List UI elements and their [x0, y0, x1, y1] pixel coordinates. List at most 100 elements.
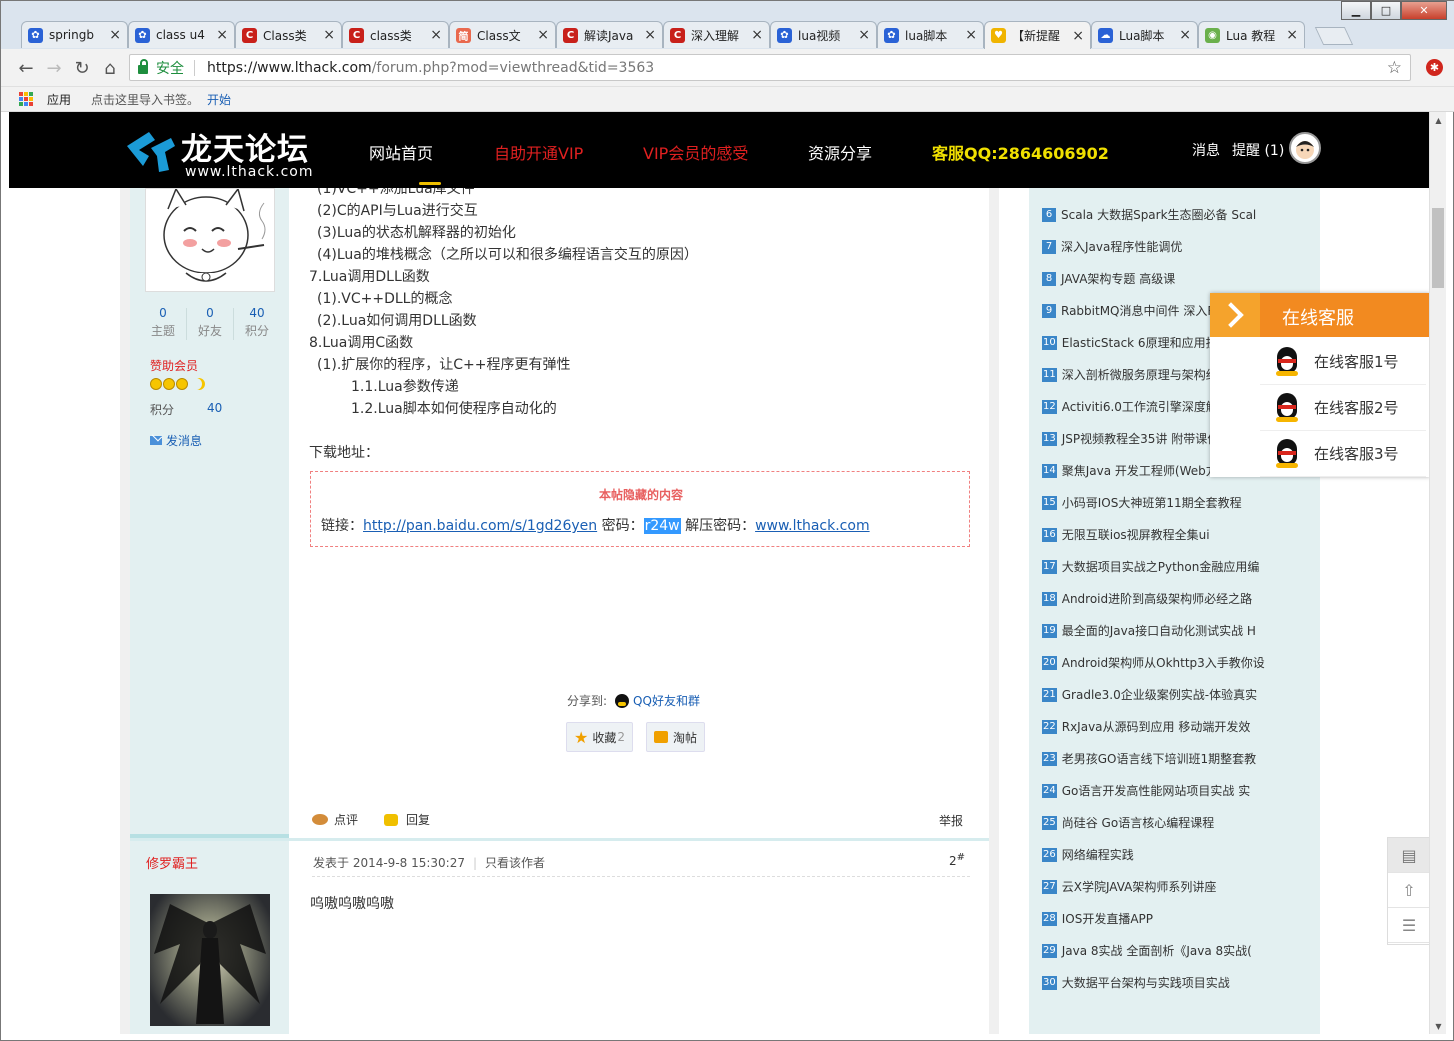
home-icon[interactable]: ⌂	[99, 57, 121, 79]
page-scrollbar[interactable]: ▲ ▼	[1429, 112, 1446, 1034]
maximize-button[interactable]: □	[1371, 1, 1401, 20]
close-window-button[interactable]: ✕	[1401, 1, 1447, 20]
only-author-link[interactable]: 只看该作者	[485, 856, 545, 870]
hot-list-item[interactable]: 27 云X学院JAVA架构师系列讲座	[1042, 878, 1216, 895]
hot-list-item[interactable]: 28 IOS开发直播APP	[1042, 910, 1153, 927]
stat-threads[interactable]: 0 主题	[141, 306, 185, 339]
back-to-top-icon[interactable]: ⇧	[1388, 873, 1429, 908]
address-bar[interactable]: 安全 https://www.lthack.com/forum.php?mod=…	[129, 54, 1411, 81]
send-message-link[interactable]: 发消息	[150, 432, 202, 449]
messages-link[interactable]: 消息	[1192, 140, 1220, 160]
chevron-right-icon[interactable]	[1210, 293, 1260, 337]
hot-list-item[interactable]: 8 JAVA架构专题 高级课	[1042, 270, 1175, 287]
tab-close-icon[interactable]: ×	[109, 27, 121, 43]
browser-tab[interactable]: ✿ lua视频 ×	[770, 21, 877, 48]
browser-tab[interactable]: C 深入理解 ×	[663, 21, 770, 48]
hot-list-item[interactable]: 16 无限互联ios视屏教程全集ui	[1042, 526, 1210, 543]
tab-close-icon[interactable]: ×	[858, 27, 870, 43]
new-tab-button[interactable]	[1314, 27, 1354, 45]
browser-tab[interactable]: C Class类 ×	[235, 21, 342, 48]
browser-tab[interactable]: ◉ Lua 教程 ×	[1198, 21, 1305, 48]
hot-list-item[interactable]: 25 尚硅谷 Go语言核心编程课程	[1042, 814, 1214, 831]
share-qq-link[interactable]: QQ好友和群	[633, 692, 700, 709]
floor-number[interactable]: 2#	[949, 852, 965, 868]
nav-link[interactable]: 资源分享	[808, 140, 872, 164]
tab-close-icon[interactable]: ×	[323, 27, 335, 43]
tab-close-icon[interactable]: ×	[644, 27, 656, 43]
reply-author[interactable]: 修罗霸王	[146, 853, 198, 872]
hot-list-item[interactable]: 15 小码哥IOS大神班第11期全套教程	[1042, 494, 1242, 511]
browser-tab[interactable]: 简 Class文 ×	[449, 21, 556, 48]
stat-points[interactable]: 40 积分	[235, 306, 279, 339]
browser-tab[interactable]: Cclass类 ×	[342, 21, 449, 48]
hot-list-item[interactable]: 29 Java 8实战 全面剖析《Java 8实战(	[1042, 942, 1252, 959]
hot-list-item[interactable]: 24 Go语言开发高性能网站项目实战 实	[1042, 782, 1250, 799]
reload-icon[interactable]: ↻	[71, 57, 93, 79]
notifications-link[interactable]: 提醒 (1)	[1232, 140, 1284, 160]
minimize-button[interactable]: ▁	[1341, 1, 1371, 20]
hot-list-item[interactable]: 26 网络编程实践	[1042, 846, 1134, 863]
hot-list-item[interactable]: 6 Scala 大数据Spark生态圈必备 Scal	[1042, 206, 1256, 223]
browser-tab[interactable]: ✿ class u4 ×	[128, 21, 235, 48]
scroll-up-icon[interactable]: ▲	[1430, 112, 1447, 128]
browser-tab[interactable]: ✿ lua脚本 ×	[877, 21, 984, 48]
apps-grid-icon[interactable]	[19, 92, 33, 106]
nav-link[interactable]: 自助开通VIP	[494, 140, 583, 164]
hot-list-item[interactable]: 22 RxJava从源码到应用 移动端开发效	[1042, 718, 1250, 735]
hot-list-item[interactable]: 20 Android架构师从Okhttp3入手教你设	[1042, 654, 1265, 671]
hot-list-item[interactable]: 21 Gradle3.0企业级案例实战-体验真实	[1042, 686, 1257, 703]
nav-link[interactable]: VIP会员的感受	[643, 140, 748, 164]
browser-tab[interactable]: ☁ Lua脚本 ×	[1091, 21, 1198, 48]
avatar[interactable]	[150, 894, 270, 1026]
tab-close-icon[interactable]: ×	[216, 27, 228, 43]
comment-button[interactable]: 点评	[334, 811, 358, 828]
tab-close-icon[interactable]: ×	[965, 27, 977, 43]
hot-list-item[interactable]: 19 最全面的Java接口自动化测试实战 H	[1042, 622, 1256, 639]
hot-list-item[interactable]: 7 深入Java程序性能调优	[1042, 238, 1182, 255]
user-group[interactable]: 赞助会员	[150, 357, 198, 374]
forward-icon[interactable]: →	[43, 57, 65, 79]
avatar[interactable]	[145, 188, 275, 292]
nav-link[interactable]: 客服QQ:2864606902	[932, 140, 1109, 164]
points-value[interactable]: 40	[207, 401, 222, 415]
tab-close-icon[interactable]: ×	[1286, 27, 1298, 43]
scroll-thumb[interactable]	[1432, 208, 1444, 288]
taotie-button[interactable]: 淘帖	[646, 722, 706, 752]
tab-close-icon[interactable]: ×	[1072, 28, 1084, 44]
feedback-icon[interactable]: ▤	[1388, 838, 1429, 873]
tab-close-icon[interactable]: ×	[537, 27, 549, 43]
bookmark-star-icon[interactable]: ☆	[1387, 58, 1402, 78]
logo-title[interactable]: 龙天论坛	[181, 124, 309, 169]
stat-friends[interactable]: 0 好友	[188, 306, 232, 339]
hot-list-item[interactable]: 18 Android进阶到高级架构师必经之路	[1042, 590, 1252, 607]
scroll-down-icon[interactable]: ▼	[1430, 1018, 1447, 1034]
hot-list-item[interactable]: 17 大数据项目实战之Python金融应用编	[1042, 558, 1259, 575]
hot-list-item[interactable]: 9 RabbitMQ消息中间件 深入R	[1042, 302, 1216, 319]
logo-icon[interactable]	[121, 126, 177, 176]
online-service-item[interactable]: 在线客服1号	[1260, 339, 1426, 385]
password-value[interactable]: r24w	[643, 518, 681, 534]
online-service-item[interactable]: 在线客服3号	[1260, 431, 1426, 477]
reply-button[interactable]: 回复	[406, 811, 430, 828]
favorite-button[interactable]: ★ 收藏 2	[566, 722, 633, 752]
tab-close-icon[interactable]: ×	[751, 27, 763, 43]
browser-tab[interactable]: C 解读Java ×	[556, 21, 663, 48]
back-icon[interactable]: ←	[15, 57, 37, 79]
hot-list-item[interactable]: 13 JSP视频教程全35讲 附带课件	[1042, 430, 1219, 447]
unzip-password-link[interactable]: www.lthack.com	[755, 518, 870, 534]
tab-close-icon[interactable]: ×	[430, 27, 442, 43]
browser-tab[interactable]: ✿ springb ×	[21, 21, 128, 48]
report-button[interactable]: 举报	[939, 812, 963, 829]
baidu-pan-link[interactable]: http://pan.baidu.com/s/1gd26yen	[363, 518, 597, 534]
nav-link[interactable]: 网站首页	[369, 140, 433, 164]
extension-icon[interactable]: ✱	[1426, 59, 1443, 76]
online-service-item[interactable]: 在线客服2号	[1260, 385, 1426, 431]
hot-list-item[interactable]: 23 老男孩GO语言线下培训班1期整套教	[1042, 750, 1256, 767]
hot-list-item[interactable]: 30 大数据平台架构与实践项目实战	[1042, 974, 1230, 991]
list-icon[interactable]: ☰	[1388, 908, 1429, 943]
bookmark-apps[interactable]: 应用	[47, 91, 71, 108]
tab-close-icon[interactable]: ×	[1179, 27, 1191, 43]
user-avatar[interactable]	[1289, 132, 1321, 164]
browser-tab[interactable]: ♥ 【新提醒 ×	[984, 21, 1091, 49]
bookmark-start-link[interactable]: 开始	[207, 91, 231, 108]
